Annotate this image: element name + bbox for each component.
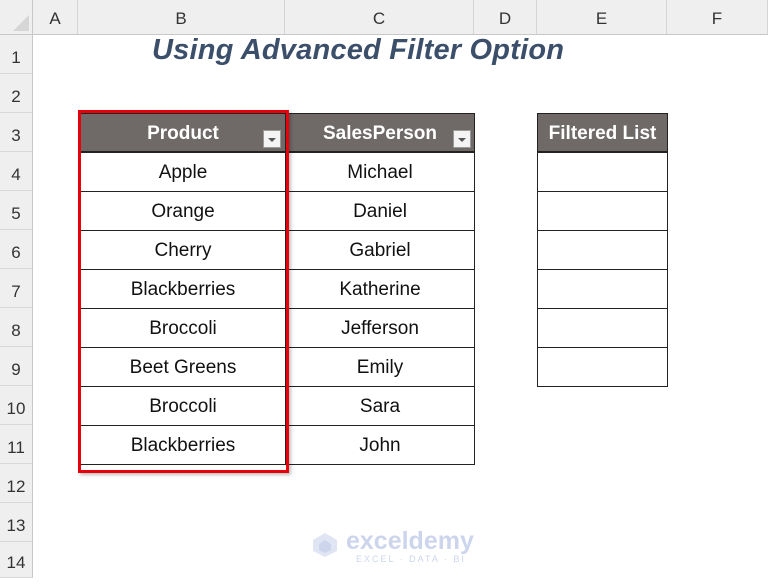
column-header-d[interactable]: D: [474, 0, 537, 34]
product-cell[interactable]: Broccoli: [80, 308, 286, 348]
salesperson-cell[interactable]: Daniel: [285, 191, 475, 231]
salesperson-header-label: SalesPerson: [322, 123, 438, 144]
salesperson-cell[interactable]: Emily: [285, 347, 475, 387]
salesperson-cell[interactable]: Sara: [285, 386, 475, 426]
column-header-e[interactable]: E: [537, 0, 667, 34]
filtered-list-cell[interactable]: [537, 152, 668, 192]
row-header-4[interactable]: 4: [0, 152, 33, 191]
row-header-1[interactable]: 1: [0, 35, 33, 74]
filtered-list-header[interactable]: Filtered List: [537, 113, 668, 152]
product-header-label: Product: [147, 123, 219, 144]
column-header-a[interactable]: A: [33, 0, 78, 34]
row-header-12[interactable]: 12: [0, 464, 33, 503]
product-cell[interactable]: Blackberries: [80, 425, 286, 465]
filtered-list-cell[interactable]: [537, 191, 668, 231]
product-cell[interactable]: Apple: [80, 152, 286, 192]
product-cell[interactable]: Broccoli: [80, 386, 286, 426]
row-header-10[interactable]: 10: [0, 386, 33, 425]
filter-dropdown-icon[interactable]: [453, 130, 471, 148]
row-header-14[interactable]: 14: [0, 542, 33, 578]
filtered-list-cell[interactable]: [537, 347, 668, 387]
product-header[interactable]: Product: [80, 113, 286, 152]
filtered-list-cell[interactable]: [537, 230, 668, 270]
select-all-corner[interactable]: [0, 0, 33, 35]
salesperson-header[interactable]: SalesPerson: [285, 113, 475, 152]
column-header-c[interactable]: C: [285, 0, 474, 34]
row-header-6[interactable]: 6: [0, 230, 33, 269]
salesperson-cell[interactable]: Gabriel: [285, 230, 475, 270]
row-header-7[interactable]: 7: [0, 269, 33, 308]
filter-dropdown-icon[interactable]: [263, 130, 281, 148]
row-header-9[interactable]: 9: [0, 347, 33, 386]
column-header-bar: A B C D E F: [33, 0, 768, 35]
filtered-list-cell[interactable]: [537, 308, 668, 348]
filtered-list-cell[interactable]: [537, 269, 668, 309]
row-header-8[interactable]: 8: [0, 308, 33, 347]
row-header-11[interactable]: 11: [0, 425, 33, 464]
salesperson-cell[interactable]: Jefferson: [285, 308, 475, 348]
row-header-5[interactable]: 5: [0, 191, 33, 230]
sheet-title: Using Advanced Filter Option: [152, 34, 565, 66]
salesperson-cell[interactable]: Michael: [285, 152, 475, 192]
row-header-3[interactable]: 3: [0, 113, 33, 152]
exceldemy-logo-icon: [313, 533, 337, 557]
row-header-2[interactable]: 2: [0, 74, 33, 113]
product-cell[interactable]: Beet Greens: [80, 347, 286, 387]
product-cell[interactable]: Blackberries: [80, 269, 286, 309]
salesperson-cell[interactable]: Katherine: [285, 269, 475, 309]
column-header-b[interactable]: B: [78, 0, 285, 34]
row-header-13[interactable]: 13: [0, 503, 33, 542]
product-cell[interactable]: Orange: [80, 191, 286, 231]
column-header-f[interactable]: F: [667, 0, 768, 34]
salesperson-cell[interactable]: John: [285, 425, 475, 465]
product-cell[interactable]: Cherry: [80, 230, 286, 270]
watermark-tagline: EXCEL · DATA · BI: [356, 554, 466, 564]
watermark-name: exceldemy: [346, 527, 474, 555]
